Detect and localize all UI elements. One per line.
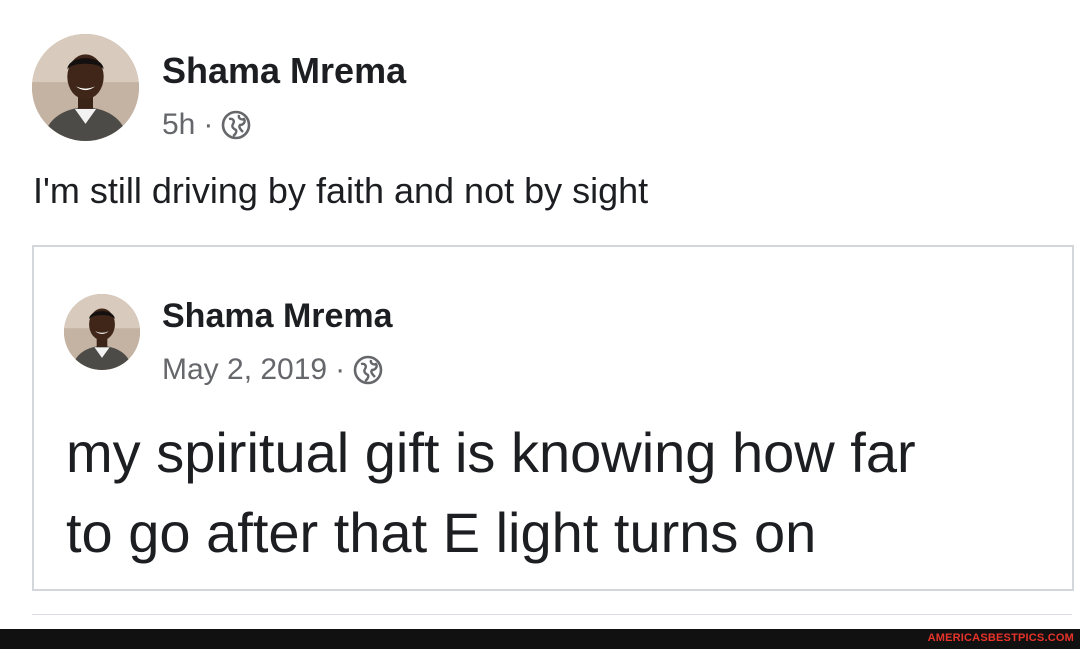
shared-post-text-line: to go after that E light turns on [66, 501, 817, 564]
globe-icon[interactable] [353, 355, 383, 385]
shared-author-avatar[interactable] [64, 294, 140, 370]
avatar-image [32, 34, 139, 141]
shared-post-text-line: my spiritual gift is knowing how far [66, 421, 916, 484]
shared-post-date[interactable]: May 2, 2019 [162, 353, 327, 387]
watermark-bar: AMERICASBESTPICS.COM [0, 629, 1080, 649]
meta-separator: · [203, 108, 214, 141]
post-meta: 5h · [162, 106, 251, 144]
globe-icon[interactable] [221, 110, 251, 140]
facebook-post: Shama Mrema 5h · I'm still driving by fa… [0, 0, 1080, 629]
shared-post-card[interactable]: Shama Mrema May 2, 2019 · my spiritual g… [32, 245, 1074, 591]
post-timestamp[interactable]: 5h [162, 108, 195, 142]
author-name[interactable]: Shama Mrema [162, 50, 406, 92]
avatar-image [64, 294, 140, 370]
author-avatar[interactable] [32, 34, 139, 141]
meta-separator: · [335, 353, 346, 386]
shared-post-meta: May 2, 2019 · [162, 351, 383, 389]
shared-post-text: my spiritual gift is knowing how far to … [66, 413, 916, 573]
shared-author-name[interactable]: Shama Mrema [162, 297, 393, 336]
post-divider [32, 614, 1072, 615]
post-text: I'm still driving by faith and not by si… [33, 170, 649, 211]
watermark-text: AMERICASBESTPICS.COM [927, 632, 1074, 644]
